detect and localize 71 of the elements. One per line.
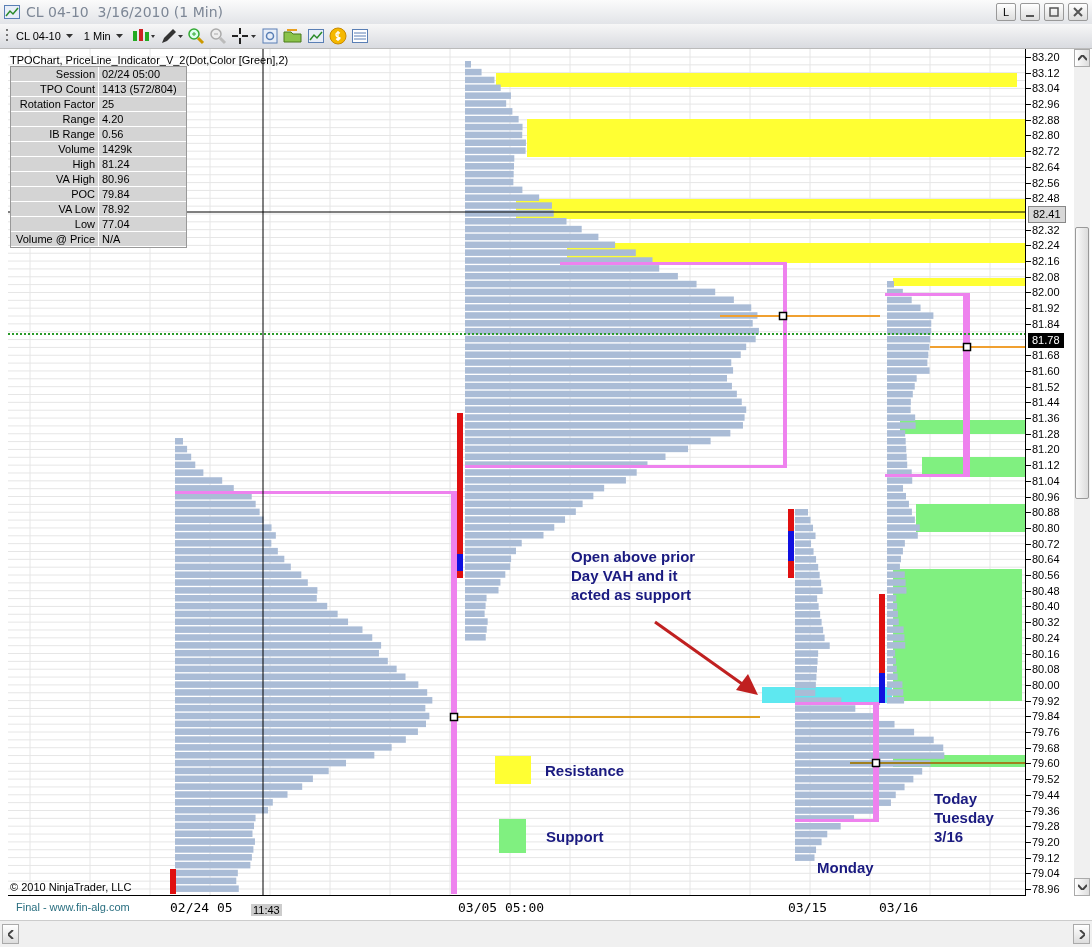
info-label: TPO Count [11,82,99,96]
link-button[interactable]: L [996,3,1016,21]
info-label: Volume @ Price [11,232,99,246]
scroll-up-button[interactable] [1074,49,1090,67]
info-label: IB Range [11,127,99,141]
info-label: High [11,157,99,171]
legend-label: Support [546,828,604,845]
chevron-up-icon [1077,55,1087,61]
info-value: 78.92 [101,202,131,216]
data-box-icon[interactable] [350,27,369,45]
info-label: Rotation Factor [11,97,99,111]
info-label: Low [11,217,99,231]
interval-dropdown[interactable]: 1 Min [80,30,127,42]
day-label: Monday [817,859,874,876]
chart-icon [4,5,20,19]
initial-balance-bar [170,869,176,894]
copyright-text: © 2010 NinjaTrader, LLC [10,881,132,893]
date-label: 03/16 [879,900,919,915]
info-label: POC [11,187,99,201]
info-value: 77.04 [101,217,131,231]
caret-icon [115,33,124,39]
date-label: 03/15 [788,900,828,915]
scroll-thumb[interactable] [1075,227,1089,499]
close-icon [1073,7,1083,17]
chevron-left-icon [7,929,14,939]
instrument-dropdown[interactable]: CL 04-10 [13,30,77,42]
caret-icon [65,33,74,39]
info-value: 02/24 05:00 [101,67,162,81]
info-label: VA High [11,172,99,186]
info-value: 79.84 [101,187,131,201]
info-value: 1429k [101,142,133,156]
zoom-in-icon[interactable] [186,27,205,45]
info-value: 1413 (572/804) [101,82,178,96]
footer-link[interactable]: Final - www.fin-alg.com [16,901,130,913]
crosshair-icon[interactable] [230,27,257,45]
info-label: Volume [11,142,99,156]
chart-icon[interactable] [306,27,325,45]
info-label: Session [11,67,99,81]
legend-label: Resistance [545,762,625,779]
crosshair-time-label: 11:43 [251,904,282,916]
toolbar-grip-icon [6,28,9,44]
indicator-label: TPOChart, PriceLine_Indicator_V_2(Dot,Color [Green],2) [10,54,289,66]
scroll-left-button[interactable] [2,924,19,944]
info-label: Range [11,112,99,126]
maximize-icon [1049,7,1059,17]
properties-icon[interactable] [260,27,279,45]
info-value: 0.56 [101,127,125,141]
info-value: 81.24 [101,157,131,171]
last-price-marker: 82.41 [1028,205,1066,223]
minimize-icon [1026,15,1034,17]
info-value: 25 [101,97,116,111]
current-price-marker: 81.78 [1028,332,1064,348]
scroll-right-button[interactable] [1073,924,1090,944]
info-value: N/A [101,232,122,246]
maximize-button[interactable] [1044,3,1064,21]
folder-icon[interactable] [282,27,303,45]
date-label: 03/05 05:00 [458,900,545,915]
date-label: 02/24 05 [170,900,233,915]
scroll-down-button[interactable] [1074,878,1090,896]
info-label: VA Low [11,202,99,216]
minimize-button[interactable] [1020,3,1040,21]
chevron-right-icon [1078,929,1085,939]
chevron-down-icon [1077,884,1087,890]
coin-icon[interactable] [328,27,347,45]
annotation-text: Open above prior Day VAH and it acted as support [571,547,696,604]
info-value: 4.20 [101,112,125,126]
initial-balance-bar [788,509,794,578]
window-title: CL 04-10 3/16/2010 (1 Min) [26,4,223,20]
day-label: Today Tuesday 3/16 [934,789,994,846]
info-value: 80.96 [101,172,131,186]
close-button[interactable] [1068,3,1088,21]
